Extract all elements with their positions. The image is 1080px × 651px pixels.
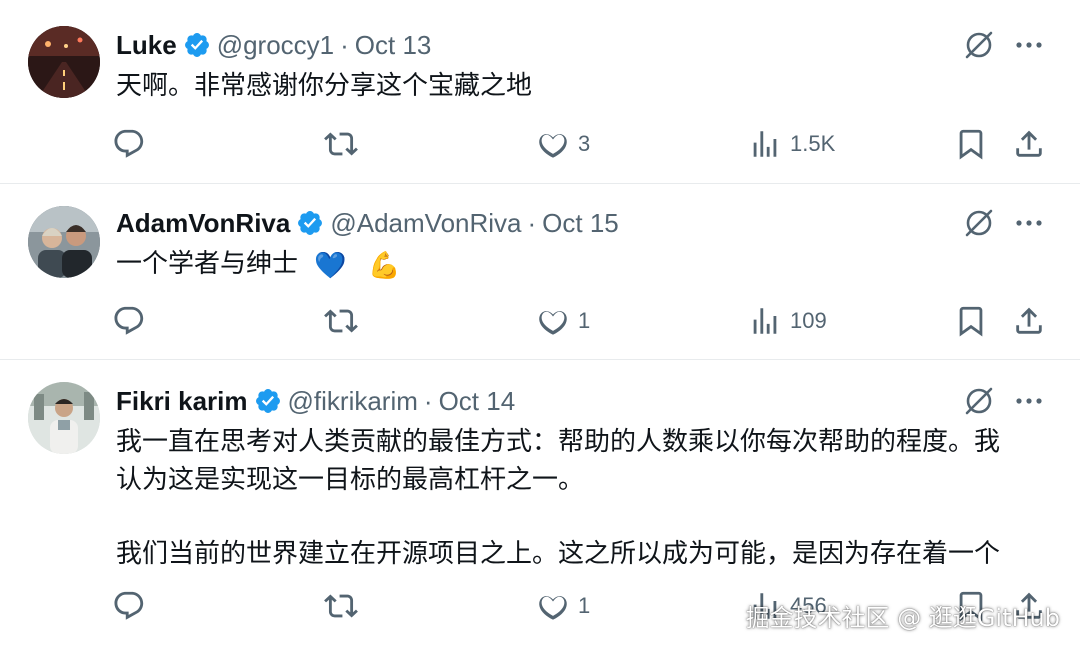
reply-button[interactable]	[112, 301, 146, 341]
separator: ·	[423, 385, 433, 416]
tweet-text-line: 认为这是实现这一目标的最高杠杆之一。	[116, 464, 585, 494]
heart-icon	[539, 596, 567, 620]
tweet-text-line: 我一直在思考对人类贡献的最佳方式：帮助的人数乘以你每次帮助的程度。我	[116, 426, 1001, 456]
reply-button[interactable]	[112, 124, 146, 164]
verified-badge-icon	[255, 389, 280, 413]
like-button[interactable]: 1	[536, 301, 590, 341]
tweet-header: AdamVonRiva @AdamVonRiva · Oct 15	[116, 203, 619, 243]
display-name[interactable]: AdamVonRiva	[116, 208, 290, 239]
timestamp[interactable]: Oct 13	[355, 30, 432, 61]
view-count: 1.5K	[790, 131, 836, 156]
view-count: 109	[790, 308, 827, 333]
verified-badge-icon	[298, 211, 323, 235]
separator: ·	[340, 29, 349, 60]
display-name[interactable]: Luke	[116, 30, 177, 61]
views-button[interactable]: 1.5K	[748, 124, 835, 164]
views-button[interactable]: 109	[748, 301, 827, 341]
tweet-text-line: 一个学者与绅士 💙 💪	[116, 244, 1040, 284]
avatar[interactable]	[28, 206, 100, 278]
tweet-text-line: 天啊。非常感谢你分享这个宝藏之地	[116, 70, 533, 100]
separator: ·	[527, 207, 537, 238]
tweet-actions: 1 109	[112, 301, 1048, 341]
timestamp[interactable]: Oct 14	[439, 386, 516, 417]
views-icon	[753, 131, 777, 157]
display-name[interactable]: Fikri karim	[116, 386, 248, 417]
more-options-icon[interactable]	[1012, 206, 1046, 240]
grok-icon[interactable]	[962, 206, 996, 240]
tweet-header: Fikri karim @fikrikarim · Oct 14	[116, 381, 515, 421]
share-button[interactable]	[1012, 124, 1046, 164]
tweet-text: 天啊。非常感谢你分享这个宝藏之地	[116, 66, 1040, 104]
reply-icon	[114, 306, 144, 335]
like-count: 3	[578, 131, 591, 156]
reply-button[interactable]	[112, 586, 146, 626]
blue-heart-emoji: 💙	[314, 250, 347, 281]
retweet-button[interactable]	[324, 124, 358, 164]
grok-icon[interactable]	[962, 28, 996, 62]
tweet-text: 我一直在思考对人类贡献的最佳方式：帮助的人数乘以你每次帮助的程度。我 认为这是实…	[116, 422, 1040, 572]
avatar[interactable]	[28, 382, 100, 454]
tweet-text-line: 我们当前的世界建立在开源项目之上。这之所以成为可能，是因为存在着一个	[116, 538, 1001, 568]
grok-icon[interactable]	[962, 384, 996, 418]
verified-badge-icon	[184, 33, 209, 57]
user-handle[interactable]: @AdamVonRiva	[330, 208, 521, 239]
reply-icon	[114, 129, 144, 158]
bookmark-button[interactable]	[954, 301, 988, 341]
heart-icon	[539, 134, 567, 158]
tweet[interactable]: AdamVonRiva @AdamVonRiva · Oct 15 一个学者与绅…	[0, 184, 1080, 360]
more-options-icon[interactable]	[1012, 384, 1046, 418]
bookmark-icon	[959, 306, 983, 337]
retweet-icon	[324, 132, 358, 156]
like-count: 1	[578, 308, 591, 333]
like-button[interactable]: 1	[536, 586, 590, 626]
tweet[interactable]: Luke @groccy1 · Oct 13 天啊。非常感谢你分享这个宝藏之地 …	[0, 0, 1080, 184]
share-icon	[1016, 307, 1042, 334]
share-icon	[1016, 130, 1042, 157]
tweet-text-content: 一个学者与绅士	[116, 248, 299, 278]
watermark: 掘金技术社区 @ 逛逛GitHub	[745, 604, 1060, 632]
retweet-button[interactable]	[324, 586, 358, 626]
share-button[interactable]	[1012, 301, 1046, 341]
views-icon	[753, 308, 777, 334]
tweet-header: Luke @groccy1 · Oct 13	[116, 25, 431, 65]
more-options-icon[interactable]	[1012, 28, 1046, 62]
like-count: 1	[578, 593, 591, 618]
retweet-button[interactable]	[324, 301, 358, 341]
avatar[interactable]	[28, 26, 100, 98]
tweet-actions: 3 1.5K	[112, 124, 1048, 164]
flexed-biceps-emoji: 💪	[368, 250, 401, 281]
tweet-text: 一个学者与绅士 💙 💪	[116, 244, 1040, 284]
retweet-icon	[324, 309, 358, 333]
bookmark-button[interactable]	[954, 124, 988, 164]
reply-icon	[114, 591, 144, 620]
retweet-icon	[324, 594, 358, 618]
bookmark-icon	[959, 129, 983, 160]
timestamp[interactable]: Oct 15	[542, 208, 619, 239]
like-button[interactable]: 3	[536, 124, 590, 164]
heart-icon	[539, 311, 567, 335]
user-handle[interactable]: @groccy1	[217, 30, 334, 61]
reply-feed: Luke @groccy1 · Oct 13 天啊。非常感谢你分享这个宝藏之地 …	[0, 0, 1080, 651]
user-handle[interactable]: @fikrikarim	[288, 386, 418, 417]
